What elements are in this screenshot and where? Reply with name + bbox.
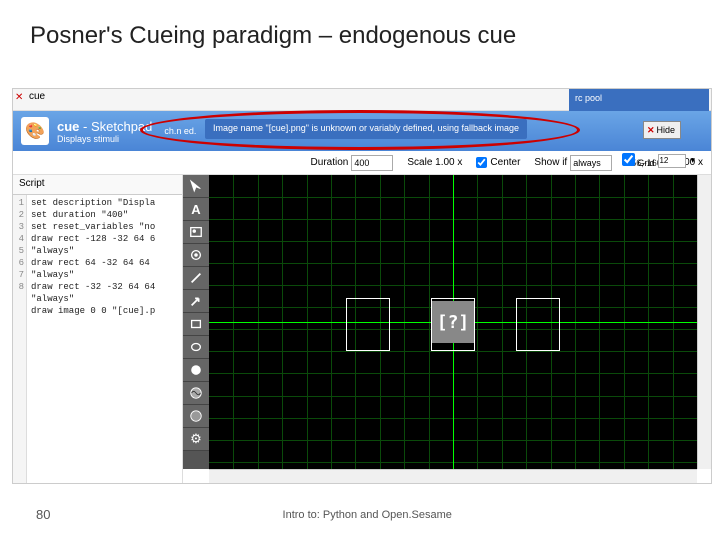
hide-button[interactable]: ✕ Hide [643,121,681,139]
image-tool-icon[interactable] [183,221,209,244]
text-tool-icon[interactable]: A [183,198,209,221]
page-number: 80 [36,507,50,522]
slide-footer: 80 Intro to: Python and Open.Sesame [0,507,720,522]
script-panel: Script 1234 5 6 78 set description "Disp… [13,175,183,483]
sketchpad-canvas[interactable]: [?] [209,175,697,469]
tool-palette: A ⚙ [183,175,209,469]
noise-tool-icon[interactable] [183,405,209,428]
horizontal-scrollbar[interactable] [209,469,697,483]
vertical-scrollbar[interactable] [697,175,711,469]
fixation-tool-icon[interactable] [183,244,209,267]
tab-label: cue [29,91,45,102]
close-icon[interactable]: ✕ [15,92,25,102]
grid-size-input[interactable] [658,154,686,168]
stimulus-rect-left[interactable] [346,298,390,351]
tab-cue[interactable]: ✕ cue [15,91,45,102]
slide-title: Posner's Cueing paradigm – endogenous cu… [0,0,720,58]
duration-input[interactable] [351,155,393,171]
ellipse-tool-icon[interactable] [183,336,209,359]
sketchpad-icon: 🎨 [21,117,49,145]
arrow-tool-icon[interactable] [183,290,209,313]
showif-input[interactable] [570,155,612,171]
item-title: cue - Sketchpad [57,119,152,134]
scale-label: Scale 1.00 x [407,157,462,168]
script-editor[interactable]: set description "Displaset duration "400… [27,195,182,483]
center-checkbox[interactable]: Center [476,157,520,168]
pointer-tool-icon[interactable] [183,175,209,198]
script-tab[interactable]: Script [13,175,182,195]
tab-bar: ✕ cue rc pool [13,89,711,111]
sketchpad-toolbar: Duration Scale 1.00 x Center Show if 256… [13,151,711,175]
close-icon: ✕ [647,125,655,136]
circle-tool-icon[interactable] [183,359,209,382]
canvas-area: Grid ▾ A ⚙ [183,175,711,483]
rect-tool-icon[interactable] [183,313,209,336]
line-tool-icon[interactable] [183,267,209,290]
main-area: Script 1234 5 6 78 set description "Disp… [13,175,711,483]
gabor-tool-icon[interactable] [183,382,209,405]
grid-checkbox[interactable]: Grid [622,153,655,168]
line-numbers: 1234 5 6 78 [13,195,27,483]
grid-dropdown-icon[interactable]: ▾ [690,155,695,166]
showif-field: Show if [534,155,612,171]
item-subtitle: Displays stimuli [57,134,152,144]
stimulus-rect-right[interactable] [516,298,560,351]
app-window: ✕ cue rc pool ▾ 🎨 cue - Sketchpad Displa… [12,88,712,484]
warning-message: Image name "[cue].png" is unknown or var… [205,119,527,139]
gear-tool-icon[interactable]: ⚙ [183,428,209,451]
placeholder-image[interactable]: [?] [432,301,474,343]
header-extra: ch.n ed. [164,126,196,136]
header-bar: 🎨 cue - Sketchpad Displays stimuli ch.n … [13,111,711,151]
footer-text: Intro to: Python and Open.Sesame [50,509,684,521]
duration-field: Duration [311,155,394,171]
tab-pool[interactable]: rc pool [569,89,709,111]
